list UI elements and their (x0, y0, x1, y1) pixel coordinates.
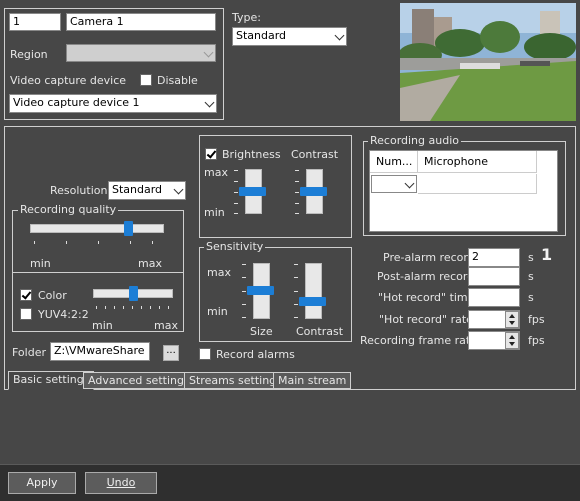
color-label: Color (38, 289, 67, 302)
brightness-slider-thumb[interactable] (239, 187, 266, 196)
camera-preview-image (400, 3, 576, 121)
sensitivity-min-label: min (207, 305, 228, 318)
tab-main-stream[interactable]: Main stream (273, 372, 352, 389)
prealarm-marker: 1 (541, 245, 553, 264)
chevron-down-icon (334, 30, 345, 41)
type-label: Type: (232, 11, 261, 24)
sensitivity-contrast-slider-thumb[interactable] (299, 297, 326, 306)
resolution-select[interactable]: Standard (108, 181, 186, 200)
size-slider-thumb[interactable] (247, 286, 274, 295)
frame-rate-unit: fps (528, 334, 545, 347)
hot-rate-spinner[interactable] (505, 311, 519, 328)
record-alarms-label: Record alarms (216, 348, 295, 361)
camera-name-field[interactable]: Camera 1 (66, 13, 216, 31)
hot-time-field[interactable] (468, 288, 520, 307)
frame-rate-label: Recording frame rate (360, 334, 477, 347)
brightness-checkbox[interactable] (205, 148, 217, 160)
chevron-down-icon (203, 47, 214, 58)
yuv-checkbox[interactable] (20, 308, 32, 320)
apply-button[interactable]: Apply (8, 472, 76, 494)
prealarm-field[interactable]: 2 (468, 248, 520, 267)
spin-up-icon[interactable] (509, 314, 515, 318)
prealarm-label: Pre-alarm record (383, 251, 475, 264)
record-alarms-checkbox[interactable] (199, 348, 211, 360)
tab-advanced-settings[interactable]: Advanced settings (83, 372, 195, 389)
resolution-value: Standard (112, 183, 163, 196)
sensitivity-contrast-slider-track[interactable] (305, 263, 322, 319)
resolution-label: Resolution (50, 184, 108, 197)
color-checkbox[interactable] (20, 289, 32, 301)
recording-quality-legend: Recording quality (18, 203, 119, 216)
capture-device-label: Video capture device (10, 74, 127, 87)
adjust-min-label: min (204, 206, 225, 219)
tab-basic-settings[interactable]: Basic settings (8, 371, 95, 390)
undo-button[interactable]: Undo (85, 472, 157, 494)
sensitivity-legend: Sensitivity (204, 240, 266, 253)
hot-time-unit: s (528, 291, 534, 304)
capture-device-value: Video capture device 1 (13, 96, 140, 109)
disable-checkbox[interactable] (140, 74, 152, 86)
quality-max-label: max (138, 257, 162, 270)
spin-down-icon[interactable] (509, 321, 515, 325)
audio-table-header-microphone[interactable]: Microphone (418, 151, 537, 173)
adjust-max-label: max (204, 166, 228, 179)
disable-label: Disable (157, 74, 198, 87)
color-ticks (96, 306, 169, 309)
contrast-ticks (295, 170, 299, 214)
postalarm-field[interactable] (468, 267, 520, 286)
size-ticks (242, 264, 246, 318)
quality-min-label: min (30, 257, 51, 270)
capture-device-select[interactable]: Video capture device 1 (9, 94, 217, 113)
size-label: Size (250, 325, 273, 338)
sensitivity-contrast-ticks (294, 264, 298, 318)
adjust-contrast-label: Contrast (291, 148, 339, 161)
spin-up-icon[interactable] (509, 335, 515, 339)
type-value: Standard (236, 29, 287, 42)
contrast-slider-thumb[interactable] (300, 187, 327, 196)
brightness-label: Brightness (222, 148, 281, 161)
quality-slider-thumb[interactable] (124, 221, 133, 236)
sensitivity-contrast-label: Contrast (296, 325, 344, 338)
folder-label: Folder (12, 346, 46, 359)
color-min-label: min (92, 319, 113, 332)
hot-time-label: "Hot record" time (378, 291, 475, 304)
chevron-down-icon (204, 97, 215, 108)
yuv-label: YUV4:2:2 (38, 308, 89, 321)
color-slider-thumb[interactable] (129, 286, 138, 301)
frame-rate-spinner[interactable] (505, 332, 519, 349)
audio-row-microphone[interactable] (418, 174, 537, 194)
color-max-label: max (154, 319, 178, 332)
region-select[interactable] (66, 44, 216, 62)
audio-table: Num... Microphone (369, 150, 558, 232)
hot-rate-label: "Hot record" rate (379, 313, 473, 326)
region-label: Region (10, 48, 48, 61)
chevron-down-icon (404, 178, 415, 189)
tab-streams-settings[interactable]: Streams settings (184, 372, 287, 389)
postalarm-unit: s (528, 270, 534, 283)
brightness-ticks (234, 170, 238, 214)
postalarm-label: Post-alarm record (377, 270, 475, 283)
audio-row-select[interactable] (371, 175, 417, 193)
type-select[interactable]: Standard (232, 27, 347, 46)
sensitivity-max-label: max (207, 266, 231, 279)
hot-rate-unit: fps (528, 313, 545, 326)
folder-field[interactable]: Z:\VMwareShare (50, 342, 150, 361)
quality-slider-track[interactable] (30, 224, 164, 233)
recording-audio-legend: Recording audio (368, 134, 461, 147)
spin-down-icon[interactable] (509, 342, 515, 346)
folder-browse-button[interactable]: ... (163, 345, 179, 361)
prealarm-unit: s (528, 251, 534, 264)
quality-ticks (34, 241, 153, 244)
chevron-down-icon (173, 184, 184, 195)
quality-divider (12, 272, 184, 273)
audio-table-header-num[interactable]: Num... (370, 151, 418, 173)
camera-id-field[interactable]: 1 (9, 13, 61, 31)
